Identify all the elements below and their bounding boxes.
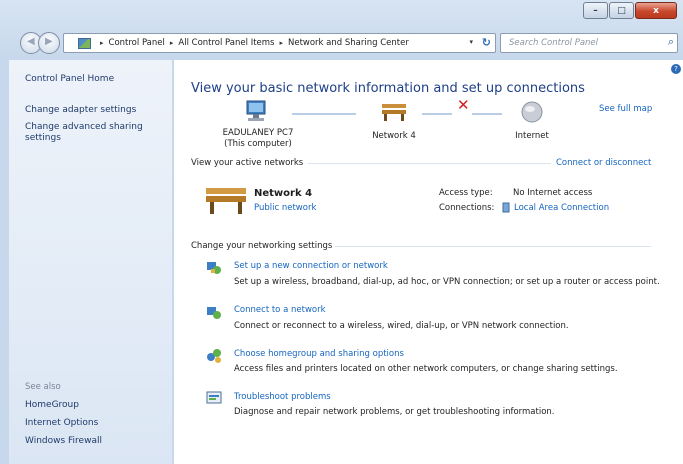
computer-name: EADULANEY PC7 [222,128,294,138]
computer-icon [246,100,266,121]
breadcrumb-control-panel[interactable]: Control Panel [109,38,165,48]
task-setup-connection-link[interactable]: Set up a new connection or network [234,261,388,271]
divider [335,246,651,247]
sidebar-item-control-panel-home[interactable]: Control Panel Home [25,74,114,85]
window-controls: – □ x [582,2,677,19]
map-link-line [422,113,452,115]
connections-label: Connections: [439,203,495,213]
task-homegroup-desc: Access files and printers located on oth… [234,364,618,374]
help-icon[interactable]: ? [671,64,681,74]
divider [308,163,551,164]
page-title: View your basic network information and … [191,81,585,96]
map-computer-node: EADULANEY PC7 (This computer) [218,128,298,150]
change-settings-heading: Change your networking settings [191,241,333,251]
task-connect-network-desc: Connect or reconnect to a wireless, wire… [234,321,569,331]
active-networks-heading: View your active networks [191,158,304,168]
active-network-name: Network 4 [254,188,313,199]
connect-or-disconnect-link[interactable]: Connect or disconnect [556,158,651,168]
control-panel-icon [78,37,91,49]
breadcrumb-network-sharing-center[interactable]: Network and Sharing Center [288,38,409,48]
breadcrumb-all-items[interactable]: All Control Panel Items [178,38,274,48]
task-troubleshoot-desc: Diagnose and repair network problems, or… [234,407,555,417]
homegroup-icon [207,349,221,363]
bench-icon [206,188,246,214]
sidebar-item-change-adapter-settings[interactable]: Change adapter settings [25,105,136,116]
refresh-icon[interactable]: ↻ [482,36,491,49]
title-bar: – □ x [0,0,683,24]
sidebar-item-internet-options[interactable]: Internet Options [25,418,98,429]
address-row: ◀ ▶ ▸ Control Panel ▸ All Control Panel … [0,24,683,58]
forward-arrow-icon: ▶ [45,36,53,47]
task-connect-network-link[interactable]: Connect to a network [234,305,326,315]
sidebar: Control Panel Home Change adapter settin… [9,60,172,464]
globe-icon [521,101,543,123]
see-also-heading: See also [25,382,61,392]
new-connection-icon [207,262,221,274]
network-type-link[interactable]: Public network [254,203,316,213]
troubleshoot-icon [206,391,222,404]
sidebar-item-windows-firewall[interactable]: Windows Firewall [25,436,102,447]
minimize-button[interactable]: – [583,2,608,19]
map-link-line [472,113,502,115]
sidebar-item-change-advanced-sharing[interactable]: Change advanced sharing settings [25,122,165,144]
map-network-label: Network 4 [372,131,416,141]
connect-network-icon [207,307,221,319]
window-frame: – □ x ◀ ▶ ▸ Control Panel ▸ All Control … [0,0,683,464]
broken-link-icon: ✕ [457,96,470,114]
forward-button[interactable]: ▶ [38,32,60,54]
search-icon[interactable]: ⌕ [668,35,674,49]
task-homegroup-link[interactable]: Choose homegroup and sharing options [234,349,404,359]
bench-icon [382,104,406,121]
back-arrow-icon: ◀ [27,36,35,47]
main-panel: ? View your basic network information an… [174,60,683,464]
map-link-line [292,113,356,115]
address-bar[interactable]: ▸ Control Panel ▸ All Control Panel Item… [63,33,496,53]
map-internet-label: Internet [515,131,549,141]
breadcrumb-separator[interactable]: ▸ [170,39,174,47]
computer-subtitle: (This computer) [224,139,292,149]
access-type-value: No Internet access [513,188,593,198]
task-setup-connection-desc: Set up a wireless, broadband, dial-up, a… [234,277,660,287]
breadcrumb-separator[interactable]: ▸ [279,39,283,47]
sidebar-item-homegroup[interactable]: HomeGroup [25,400,79,411]
address-dropdown-icon[interactable]: ▾ [469,38,473,46]
task-troubleshoot-link[interactable]: Troubleshoot problems [234,392,331,402]
local-area-connection-link[interactable]: Local Area Connection [514,203,609,213]
see-full-map-link[interactable]: See full map [599,104,652,114]
maximize-button[interactable]: □ [609,2,634,19]
search-input[interactable]: Search Control Panel ⌕ [500,33,678,53]
access-type-label: Access type: [439,188,493,198]
breadcrumb-separator[interactable]: ▸ [100,39,104,47]
ethernet-icon [502,202,510,213]
search-placeholder: Search Control Panel [509,38,599,48]
close-button[interactable]: x [635,2,677,19]
